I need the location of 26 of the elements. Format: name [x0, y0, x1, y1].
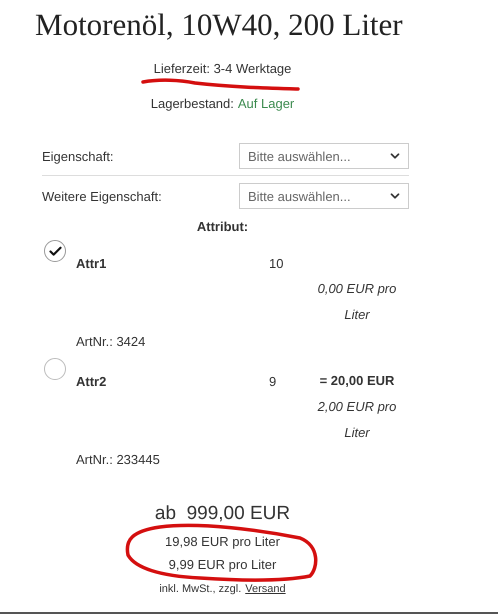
stock-label: Lagerbestand:: [150, 95, 234, 113]
main-price: ab 999,00 EUR: [154, 502, 290, 526]
unit-price: 19,98 EUR pro Liter: [165, 533, 280, 551]
delivery-time: Lieferzeit: 3-4 Werktage: [154, 60, 292, 78]
radio-button[interactable]: [44, 358, 66, 380]
tax-note: inkl. MwSt., zzgl.: [159, 582, 242, 596]
radio-button[interactable]: [44, 240, 66, 262]
attribute-quantity: 9: [269, 374, 278, 388]
attribute-heading: Attribut:: [196, 218, 248, 236]
stock-status: Auf Lager: [238, 95, 294, 113]
shipping-link[interactable]: Versand: [245, 582, 286, 596]
select-field[interactable]: Bitte auswählen...: [239, 183, 409, 209]
unit-price: 9,99 EUR pro Liter: [168, 556, 276, 574]
attribute-name: Attr2: [76, 374, 108, 388]
attribute-quantity: 10: [269, 256, 284, 270]
attribute-unit-price: 0,00 EUR pro Liter: [316, 280, 398, 324]
article-number: ArtNr.: 233445: [76, 452, 161, 466]
attribute-unit-price: 2,00 EUR pro Liter: [316, 398, 398, 442]
attribute-name: Attr1: [76, 256, 108, 270]
product-title: Motorenöl, 10W40, 200 Liter: [35, 6, 404, 44]
attribute-total: = 20,00 EUR: [320, 372, 394, 390]
select-field[interactable]: Bitte auswählen...: [239, 143, 409, 169]
option-label: Weitere Eigenschaft:: [42, 188, 162, 204]
article-number: ArtNr.: 3424: [76, 334, 146, 348]
check-icon: [48, 244, 62, 258]
option-label: Eigenschaft:: [42, 148, 114, 164]
